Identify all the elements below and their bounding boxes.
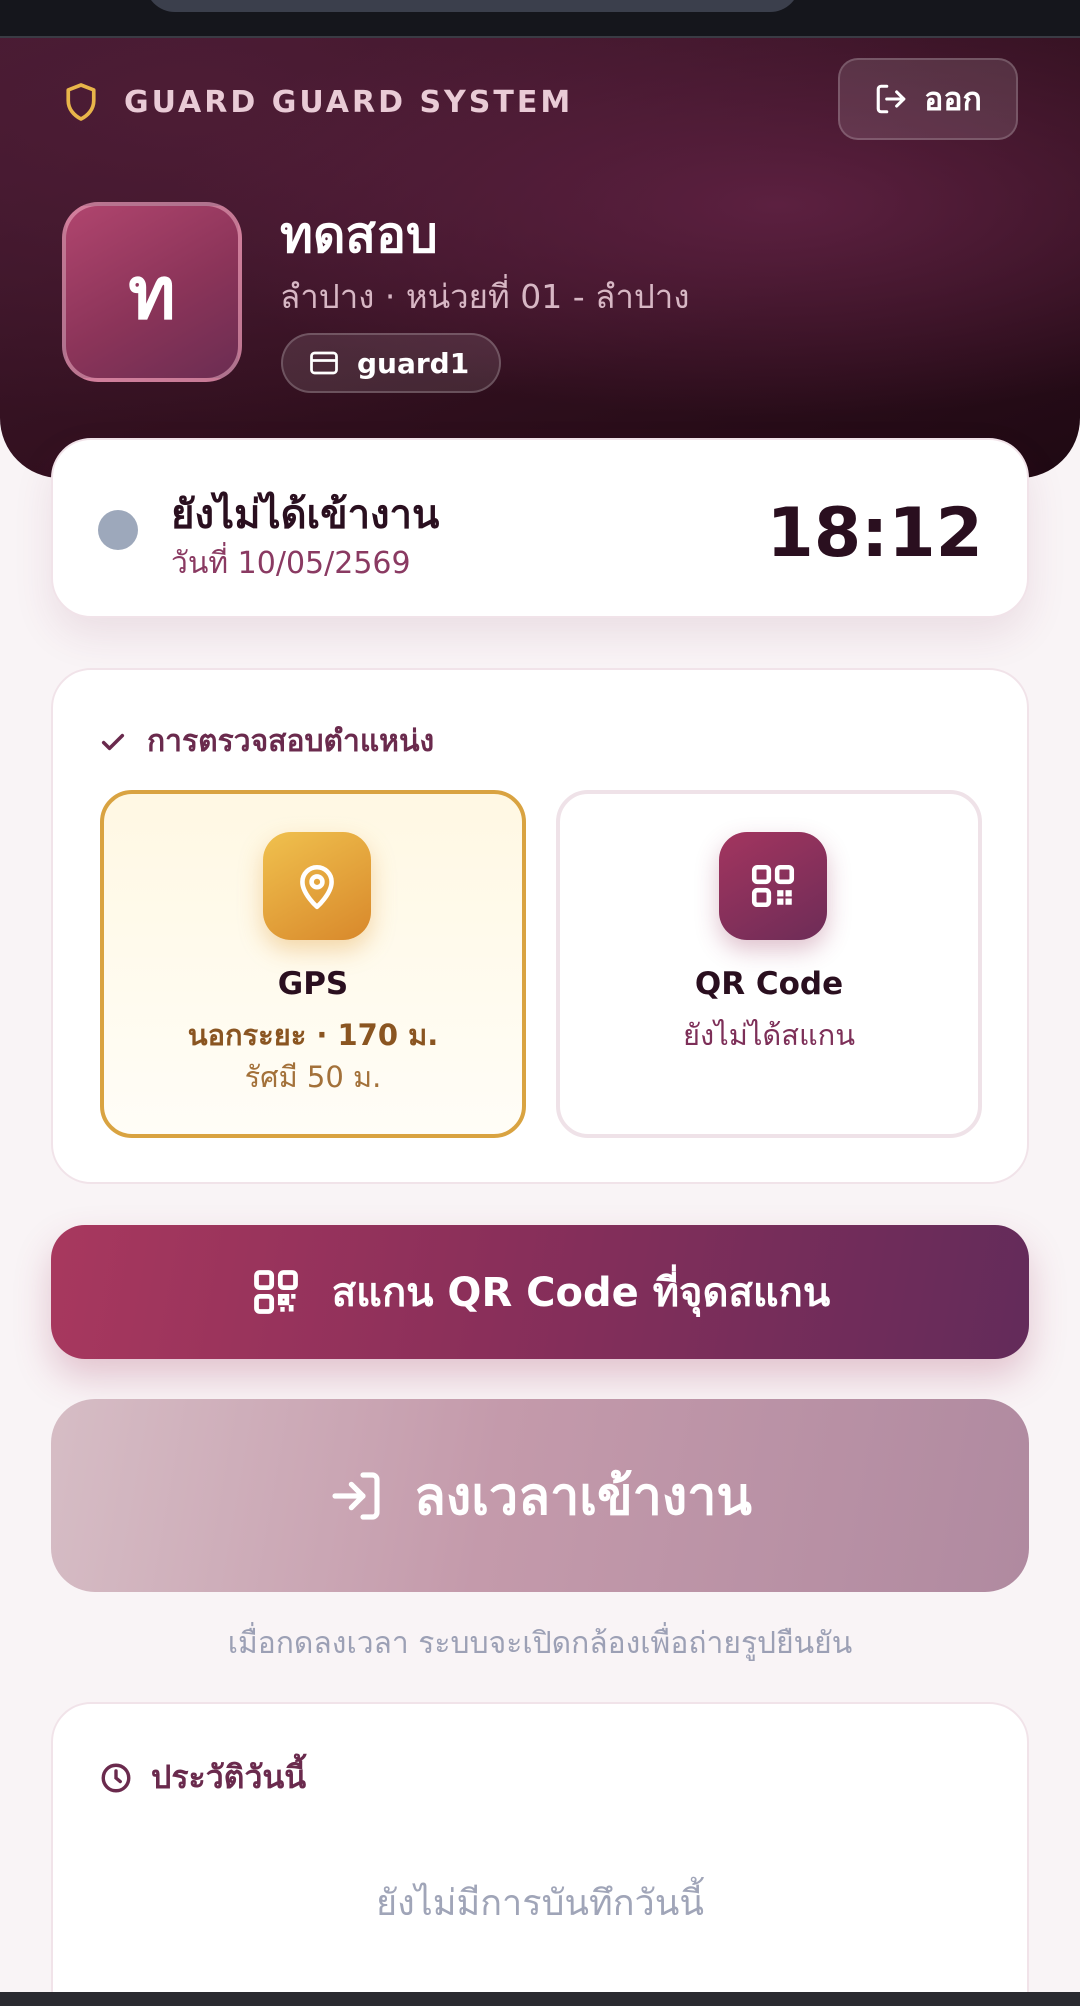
system-status-bar	[0, 0, 1080, 38]
logout-button[interactable]: ออก	[838, 58, 1018, 140]
user-unit: ลำปาง · หน่วยที่ 01 - ลำปาง	[280, 277, 690, 316]
scan-qr-label: สแกน QR Code ที่จุดสแกน	[331, 1270, 831, 1316]
brand: GUARD GUARD SYSTEM	[64, 82, 573, 122]
gps-label: GPS	[277, 966, 349, 1002]
attendance-status-card: ยังไม่ได้เข้างาน วันที่ 10/05/2569 18:12	[51, 438, 1029, 618]
shield-icon	[66, 83, 96, 121]
bottom-edge	[0, 1992, 1080, 2006]
notch	[145, 0, 800, 12]
today-history-card: ประวัติวันนี้ ยังไม่มีการบันทึกวันนี้	[51, 1702, 1029, 2006]
location-pin-icon	[300, 865, 334, 910]
gps-radius: รัศมี 50 ม.	[244, 1060, 382, 1094]
history-empty-message: ยังไม่มีการบันทึกวันนี้	[375, 1883, 704, 1924]
status-indicator	[98, 510, 138, 550]
verification-title-label: การตรวจสอบตำแหน่ง	[147, 724, 435, 759]
location-verification-card: การตรวจสอบตำแหน่ง GPS นอกระยะ · 170 ม. ร…	[51, 668, 1029, 1184]
history-title: ประวัติวันนี้	[99, 1752, 306, 1803]
avatar: ท	[62, 202, 242, 382]
qr-label: QR Code	[694, 966, 844, 1002]
check-in-button[interactable]: ลงเวลาเข้างาน	[51, 1399, 1029, 1592]
username-badge: guard1	[281, 333, 502, 393]
clock-icon	[101, 1763, 131, 1792]
current-time: 18:12	[766, 494, 983, 573]
qr-icon-tile	[719, 832, 827, 940]
verification-title: การตรวจสอบตำแหน่ง	[99, 718, 434, 765]
history-title-label: ประวัติวันนี้	[151, 1758, 307, 1796]
gps-status: นอกระยะ · 170 ม.	[187, 1018, 439, 1052]
profile-header: GUARD GUARD SYSTEM ออก ท ทดสอบ ลำปาง · ห…	[0, 38, 1080, 478]
qr-scan-icon	[253, 1270, 298, 1314]
logout-label: ออก	[924, 79, 982, 118]
qr-code-icon	[751, 864, 795, 908]
check-icon	[101, 733, 125, 750]
scan-qr-button[interactable]: สแกน QR Code ที่จุดสแกน	[51, 1225, 1029, 1359]
gps-option[interactable]: GPS นอกระยะ · 170 ม. รัศมี 50 ม.	[100, 790, 526, 1138]
login-icon	[332, 1471, 380, 1520]
status-date: วันที่ 10/05/2569	[171, 546, 411, 581]
qr-status: ยังไม่ได้สแกน	[682, 1018, 856, 1052]
check-in-label: ลงเวลาเข้างาน	[414, 1467, 752, 1527]
qr-option[interactable]: QR Code ยังไม่ได้สแกน	[556, 790, 982, 1138]
id-card-icon	[310, 351, 338, 375]
username: guard1	[357, 346, 470, 380]
status-text: ยังไม่ได้เข้างาน	[171, 492, 440, 538]
gps-icon-tile	[263, 832, 371, 940]
logout-icon	[876, 84, 906, 114]
user-name: ทดสอบ	[280, 206, 438, 264]
check-in-hint: เมื่อกดลงเวลา ระบบจะเปิดกล้องเพื่อถ่ายรู…	[227, 1626, 853, 1661]
brand-name: GUARD GUARD SYSTEM	[124, 84, 574, 120]
